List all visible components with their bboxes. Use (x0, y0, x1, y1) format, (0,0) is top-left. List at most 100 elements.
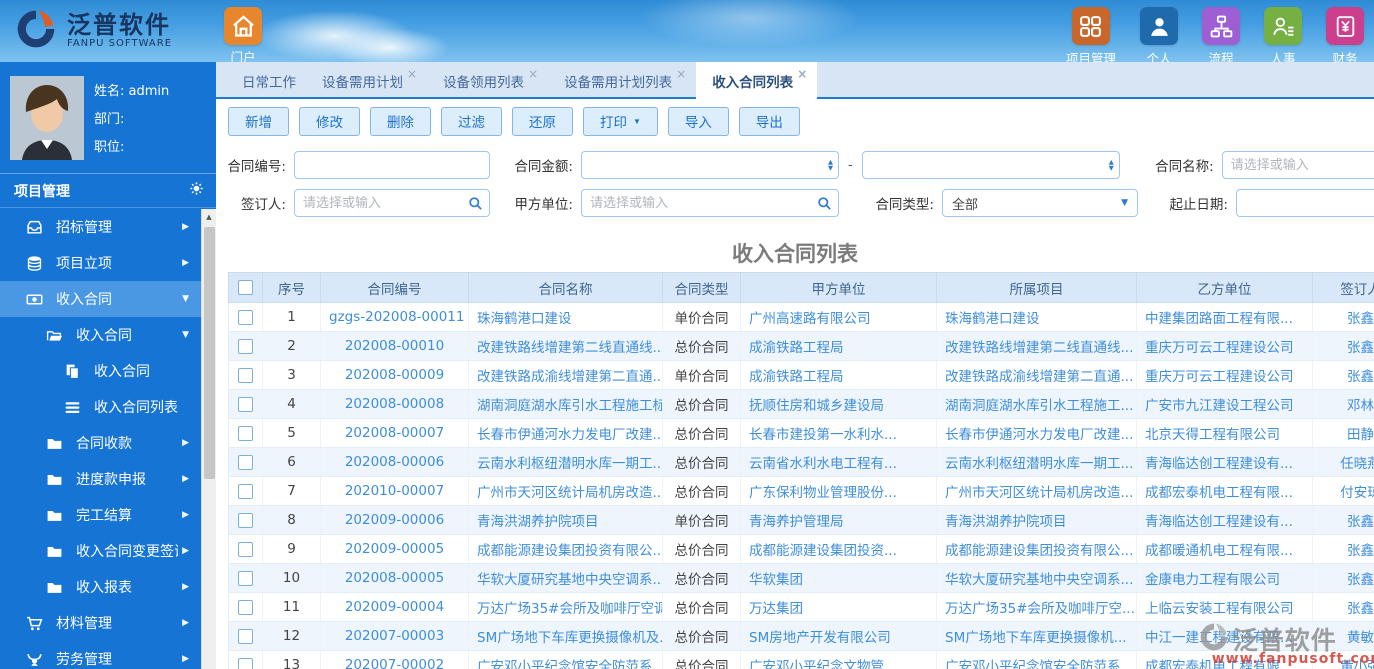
sidebar-item[interactable]: 项目立项 ▶ (0, 245, 201, 281)
cell-link[interactable]: 成都宏泰机电工程有限... (1145, 659, 1293, 669)
cell-link[interactable]: 张鑫 (1347, 543, 1374, 559)
cell-link[interactable]: 上临云安装工程有限公司 (1145, 601, 1294, 617)
app-button[interactable]: 项目管理 (1066, 7, 1116, 62)
cell-link[interactable]: 抚顺住房和城乡建设局 (749, 398, 884, 414)
cell-link[interactable]: 华软大厦研究基地中央空调系... (945, 572, 1133, 588)
row-checkbox[interactable] (238, 657, 253, 669)
app-button[interactable]: 财务 (1326, 7, 1364, 62)
tab[interactable]: 设备领用列表 × (427, 62, 548, 99)
number-spinner[interactable]: ▲ ▼ (828, 159, 833, 172)
cell-link[interactable]: 珠海鹤港口建设 (477, 311, 572, 327)
cell-link[interactable]: 青海临达创工程建设有... (1145, 514, 1293, 530)
cell-link[interactable]: 中建集团路面工程有限... (1145, 311, 1293, 327)
toolbar-button[interactable]: 导出 (738, 106, 800, 136)
cell-link[interactable]: SM房地产开发有限公司 (749, 630, 891, 646)
cell-link[interactable]: 广安邓小平纪念文物管... (749, 659, 897, 669)
cell-link[interactable]: 珠海鹤港口建设 (945, 311, 1040, 327)
cell-link[interactable]: 202008-00008 (345, 396, 444, 412)
cell-link[interactable]: 成渝铁路工程局 (749, 340, 844, 356)
cell-link[interactable]: 改建铁路线增建第二线直通线... (477, 340, 662, 356)
signer-input[interactable] (294, 189, 490, 217)
cell-link[interactable]: 黄敏 (1347, 630, 1374, 646)
sidebar-item[interactable]: 收入合同列表 (0, 389, 201, 425)
scrollbar-thumb[interactable] (203, 227, 215, 479)
column-header[interactable]: 所属项目 (936, 272, 1137, 303)
cell-link[interactable]: 广安邓小平纪念馆安全防范系... (477, 659, 662, 669)
sidebar-item[interactable]: 收入合同 ▼ (0, 281, 201, 317)
sidebar-item[interactable]: 收入合同变更签证 ▶ (0, 533, 201, 569)
cell-link[interactable]: 云南省水利水电工程有... (749, 456, 897, 472)
cell-link[interactable]: SM广场地下车库更换摄像机... (945, 630, 1127, 646)
cell-link[interactable]: 万达广场35#会所及咖啡厅空调... (477, 601, 662, 617)
row-checkbox[interactable] (238, 483, 253, 499)
cell-link[interactable]: 成都能源建设集团投资... (749, 543, 897, 559)
tab-close-icon[interactable]: × (528, 67, 538, 81)
cell-link[interactable]: 长春市伊通河水力发电厂改建... (945, 427, 1133, 443)
cell-link[interactable]: 田静 (1347, 427, 1374, 443)
cell-link[interactable]: 青海洪湖养护院项目 (945, 514, 1067, 530)
cell-link[interactable]: 成都能源建设集团投资有限公... (945, 543, 1133, 559)
contract-type-select[interactable]: 全部 ▼ (942, 189, 1138, 217)
select-all-checkbox[interactable] (238, 280, 253, 295)
cell-link[interactable]: 广州高速路有限公司 (749, 311, 871, 327)
cell-link[interactable]: 202007-00002 (345, 657, 444, 669)
row-checkbox[interactable] (238, 512, 253, 528)
tab-close-icon[interactable]: × (797, 67, 807, 81)
cell-link[interactable]: 202008-00006 (345, 454, 444, 470)
cell-link[interactable]: 202009-00006 (345, 512, 444, 528)
contract-name-input[interactable] (1221, 151, 1374, 179)
cell-link[interactable]: 云南水利枢纽潜明水库一期工... (945, 456, 1133, 472)
column-header[interactable]: 序号 (262, 272, 321, 303)
gear-icon[interactable] (189, 181, 204, 200)
cell-link[interactable]: 云南水利枢纽潜明水库一期工... (477, 456, 662, 472)
sidebar-item[interactable]: 进度款申报 ▶ (0, 461, 201, 497)
cell-link[interactable]: 202009-00005 (345, 541, 444, 557)
row-checkbox[interactable] (238, 425, 253, 441)
cell-link[interactable]: 青海临达创工程建设有... (1145, 456, 1293, 472)
search-icon[interactable] (468, 196, 483, 215)
cell-link[interactable]: 万达集团 (749, 601, 803, 617)
cell-link[interactable]: 成都宏泰机电工程有限... (1145, 485, 1293, 501)
row-checkbox[interactable] (238, 309, 253, 325)
tab-close-icon[interactable]: × (676, 67, 686, 81)
cell-link[interactable]: 广州市天河区统计局机房改造... (477, 485, 662, 501)
cell-link[interactable]: 重庆万可云工程建设公司 (1145, 340, 1294, 356)
cell-link[interactable]: 青海洪湖养护院项目 (477, 514, 599, 530)
row-checkbox[interactable] (238, 367, 253, 383)
cell-link[interactable]: 张鑫 (1347, 369, 1374, 385)
amount-max-input[interactable] (861, 151, 1120, 179)
cell-link[interactable]: 广安市九江建设工程公司 (1145, 398, 1294, 414)
cell-link[interactable]: 长春市伊通河水力发电厂改建... (477, 427, 662, 443)
cell-link[interactable]: 华软大厦研究基地中央空调系... (477, 572, 662, 588)
search-icon[interactable] (817, 196, 832, 215)
tab[interactable]: 设备需用计划 × (306, 62, 427, 99)
row-checkbox[interactable] (238, 628, 253, 644)
row-checkbox[interactable] (238, 541, 253, 557)
cell-link[interactable]: 张鑫 (1347, 311, 1374, 327)
print-button[interactable]: 打印 ▼ (583, 106, 658, 136)
cell-link[interactable]: 202010-00007 (345, 483, 444, 499)
cell-link[interactable]: 广东保利物业管理股份... (749, 485, 897, 501)
row-checkbox[interactable] (238, 338, 253, 354)
sidebar-item[interactable]: 收入合同 (0, 353, 201, 389)
sidebar-scrollbar[interactable]: ▲ (201, 209, 216, 669)
sidebar-item[interactable]: 完工结算 ▶ (0, 497, 201, 533)
app-button[interactable]: 个人 (1140, 7, 1178, 62)
cell-link[interactable]: 张鑫 (1347, 572, 1374, 588)
cell-link[interactable]: gzgs-202008-00011 (329, 309, 464, 325)
cell-link[interactable]: 湖南洞庭湖水库引水工程施工标 (477, 398, 662, 414)
cell-link[interactable]: 任晓燕 (1340, 456, 1374, 472)
cell-link[interactable]: 202007-00003 (345, 628, 444, 644)
column-header[interactable]: 甲方单位 (740, 272, 937, 303)
toolbar-button[interactable]: 修改 (299, 106, 360, 136)
cell-link[interactable]: 北京天得工程有限公司 (1145, 427, 1280, 443)
amount-min-input[interactable] (581, 151, 839, 179)
row-checkbox[interactable] (238, 599, 253, 615)
cell-link[interactable]: SM广场地下车库更换摄像机及... (477, 630, 662, 646)
cell-link[interactable]: 万达广场35#会所及咖啡厅空... (945, 601, 1135, 617)
app-button[interactable]: 人事 (1264, 7, 1302, 62)
party-a-input[interactable] (581, 189, 839, 217)
cell-link[interactable]: 黄小强 (1340, 659, 1374, 669)
cell-link[interactable]: 202008-00010 (345, 338, 444, 354)
toolbar-button[interactable]: 新增 (228, 106, 289, 136)
